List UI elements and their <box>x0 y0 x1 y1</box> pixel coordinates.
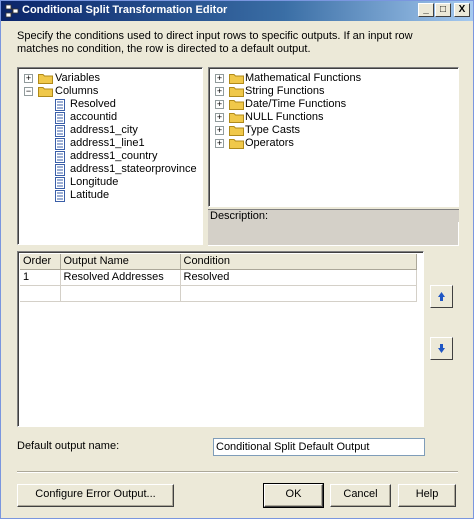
folder-icon <box>38 74 53 84</box>
separator <box>17 471 458 473</box>
move-down-button[interactable] <box>430 337 453 360</box>
cell-output-name[interactable] <box>60 285 181 302</box>
description-box <box>208 222 459 246</box>
cell-output-name[interactable]: Resolved Addresses <box>60 269 181 286</box>
dialog-window: Conditional Split Transformation Editor … <box>0 0 474 519</box>
help-button[interactable]: Help <box>398 484 456 507</box>
tree-label: address1_country <box>70 150 158 162</box>
tree-label: Columns <box>55 85 99 97</box>
tree-label: String Functions <box>245 85 325 97</box>
expand-icon[interactable]: + <box>215 87 224 96</box>
expand-icon[interactable]: + <box>215 113 224 122</box>
tree-label: accountid <box>70 111 118 123</box>
column-icon <box>55 138 65 150</box>
tree-label: Mathematical Functions <box>245 72 362 84</box>
folder-icon <box>229 74 244 84</box>
expand-icon[interactable]: + <box>24 74 33 83</box>
tree-label: Variables <box>55 72 101 84</box>
tree-label: NULL Functions <box>245 111 324 123</box>
cancel-button[interactable]: Cancel <box>330 484 391 507</box>
table-row-new[interactable] <box>20 285 417 302</box>
tree-label: Latitude <box>70 189 110 201</box>
conditions-table: Order Output Name Condition 1 Resolved A… <box>20 254 417 302</box>
folder-icon <box>229 126 244 136</box>
expand-icon[interactable]: + <box>215 74 224 83</box>
default-output-name-input[interactable]: Conditional Split Default Output <box>213 438 425 456</box>
minimize-button[interactable]: _ <box>418 3 434 17</box>
grid-header-row: Order Output Name Condition <box>20 254 417 270</box>
tree-label: Resolved <box>70 98 116 110</box>
transformation-icon <box>5 4 19 18</box>
column-icon <box>55 177 65 189</box>
expand-icon[interactable]: + <box>215 100 224 109</box>
cell-condition[interactable] <box>180 285 417 302</box>
ok-button[interactable]: OK <box>263 483 324 508</box>
functions-tree-pane[interactable]: + Mathematical Functions + String Functi… <box>208 67 459 207</box>
arrow-down-icon <box>438 344 445 353</box>
expand-icon[interactable]: + <box>215 139 224 148</box>
table-row[interactable]: 1 Resolved Addresses Resolved <box>20 269 417 286</box>
cell-order[interactable] <box>20 285 61 302</box>
tree-label: Date/Time Functions <box>245 98 347 110</box>
column-header-condition[interactable]: Condition <box>180 254 417 270</box>
column-icon <box>55 125 65 137</box>
configure-error-output-button[interactable]: Configure Error Output... <box>17 484 174 507</box>
column-icon <box>55 164 65 176</box>
close-button[interactable]: X <box>454 3 470 17</box>
move-up-button[interactable] <box>430 285 453 308</box>
column-icon <box>55 112 65 124</box>
default-output-label: Default output name: <box>17 440 120 452</box>
tree-label: Longitude <box>70 176 119 188</box>
column-icon <box>55 99 65 111</box>
column-icon <box>55 190 65 202</box>
folder-icon <box>229 139 244 149</box>
tree-label: address1_line1 <box>70 137 145 149</box>
folder-icon <box>229 100 244 110</box>
cell-order[interactable]: 1 <box>20 269 61 286</box>
maximize-button[interactable]: □ <box>435 3 451 17</box>
cell-condition[interactable]: Resolved <box>180 269 417 286</box>
title-bar[interactable]: Conditional Split Transformation Editor … <box>1 1 473 21</box>
expand-icon[interactable]: + <box>215 126 224 135</box>
tree-label: address1_stateorprovince <box>70 163 197 175</box>
dialog-description: Specify the conditions used to direct in… <box>17 30 413 55</box>
folder-icon <box>229 87 244 97</box>
window-title: Conditional Split Transformation Editor <box>22 4 228 16</box>
tree-label: address1_city <box>70 124 138 136</box>
columns-tree-pane[interactable]: + Variables − Columns Resolved accountid… <box>17 67 203 245</box>
conditions-grid[interactable]: Order Output Name Condition 1 Resolved A… <box>17 251 424 427</box>
folder-open-icon <box>38 87 53 97</box>
column-header-output-name[interactable]: Output Name <box>60 254 181 270</box>
folder-icon <box>229 113 244 123</box>
column-icon <box>55 151 65 163</box>
tree-label: Type Casts <box>245 124 301 136</box>
tree-label: Operators <box>245 137 294 149</box>
description-label: Description: <box>208 209 459 222</box>
collapse-icon[interactable]: − <box>24 87 33 96</box>
arrow-up-icon <box>438 292 445 301</box>
column-header-order[interactable]: Order <box>20 254 61 270</box>
